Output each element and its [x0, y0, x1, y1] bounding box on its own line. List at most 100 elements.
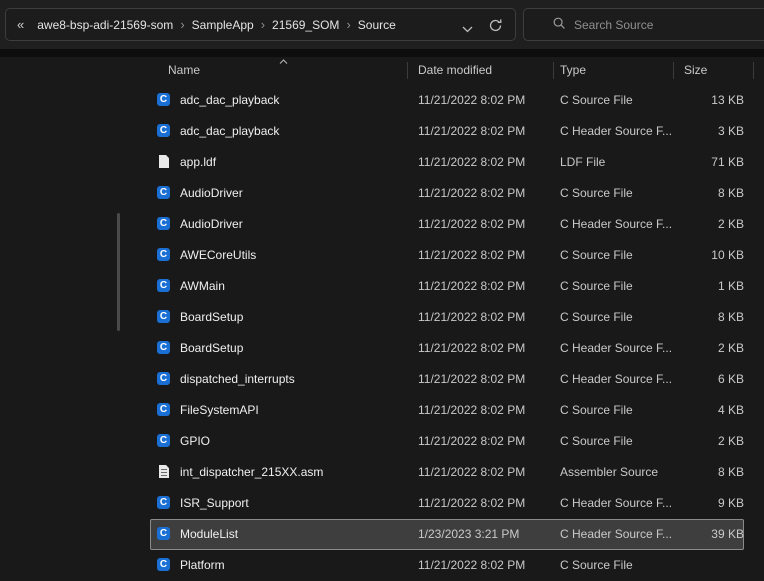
column-header-size[interactable]: Size — [684, 57, 707, 84]
file-name: int_dispatcher_215XX.asm — [180, 457, 410, 488]
breadcrumb-item[interactable]: SampleApp — [187, 18, 259, 32]
breadcrumb-overflow-button[interactable]: « — [6, 17, 32, 32]
c-source-icon — [156, 247, 172, 263]
file-date-modified: 11/21/2022 8:02 PM — [418, 116, 556, 147]
c-source-icon — [156, 92, 172, 108]
c-source-icon — [156, 371, 172, 387]
address-toolbar: « awe8-bsp-adi-21569-som › SampleApp › 215… — [0, 0, 764, 49]
file-date-modified: 11/21/2022 8:02 PM — [418, 426, 556, 457]
file-date-modified: 11/21/2022 8:02 PM — [418, 178, 556, 209]
file-date-modified: 11/21/2022 8:02 PM — [418, 209, 556, 240]
file-row[interactable]: AWMain 11/21/2022 8:02 PM C Source File … — [150, 271, 744, 302]
breadcrumb-item[interactable]: awe8-bsp-adi-21569-som — [32, 18, 178, 32]
search-input[interactable] — [574, 18, 764, 32]
file-size: 4 KB — [644, 395, 744, 426]
file-name: ModuleList — [180, 519, 410, 550]
file-name: AWECoreUtils — [180, 240, 410, 271]
breadcrumb-separator-icon: › — [259, 17, 267, 32]
file-name: FileSystemAPI — [180, 395, 410, 426]
file-date-modified: 11/21/2022 8:02 PM — [418, 240, 556, 271]
file-row[interactable]: AudioDriver 11/21/2022 8:02 PM C Header … — [150, 209, 744, 240]
nav-pane-scrollbar-thumb[interactable] — [117, 213, 120, 331]
breadcrumb-item-label: 21569_SOM — [272, 18, 339, 32]
column-divider[interactable] — [553, 62, 554, 79]
breadcrumb-item[interactable]: Source — [353, 18, 401, 32]
file-date-modified: 1/23/2023 3:21 PM — [418, 519, 556, 550]
file-size: 8 KB — [644, 457, 744, 488]
breadcrumb-separator-icon: › — [344, 17, 352, 32]
file-row[interactable]: adc_dac_playback 11/21/2022 8:02 PM C So… — [150, 85, 744, 116]
file-date-modified: 11/21/2022 8:02 PM — [418, 333, 556, 364]
file-row[interactable]: dispatched_interrupts 11/21/2022 8:02 PM… — [150, 364, 744, 395]
c-source-icon — [156, 278, 172, 294]
document-icon — [156, 154, 172, 170]
c-source-icon — [156, 402, 172, 418]
file-size: 13 KB — [644, 85, 744, 116]
breadcrumb-item-label: Source — [358, 18, 396, 32]
file-name: dispatched_interrupts — [180, 364, 410, 395]
search-box — [523, 8, 764, 41]
file-list: adc_dac_playback 11/21/2022 8:02 PM C So… — [150, 85, 744, 581]
column-divider[interactable] — [673, 62, 674, 79]
file-date-modified: 11/21/2022 8:02 PM — [418, 302, 556, 333]
file-row[interactable]: ModuleList 1/23/2023 3:21 PM C Header So… — [150, 519, 744, 550]
file-row[interactable]: AudioDriver 11/21/2022 8:02 PM C Source … — [150, 178, 744, 209]
file-row[interactable]: BoardSetup 11/21/2022 8:02 PM C Header S… — [150, 333, 744, 364]
refresh-icon[interactable] — [488, 18, 503, 36]
breadcrumb-item[interactable]: 21569_SOM — [267, 18, 344, 32]
file-name: AWMain — [180, 271, 410, 302]
file-size: 6 KB — [644, 364, 744, 395]
assembler-icon — [156, 464, 172, 480]
file-name: AudioDriver — [180, 209, 410, 240]
file-name: GPIO — [180, 426, 410, 457]
file-row[interactable]: FileSystemAPI 11/21/2022 8:02 PM C Sourc… — [150, 395, 744, 426]
file-row[interactable]: adc_dac_playback 11/21/2022 8:02 PM C He… — [150, 116, 744, 147]
column-header-name[interactable]: Name — [168, 57, 200, 84]
file-size: 10 KB — [644, 240, 744, 271]
address-dropdown-chevron-icon[interactable] — [462, 22, 473, 36]
file-size: 1 KB — [644, 271, 744, 302]
file-name: BoardSetup — [180, 302, 410, 333]
file-size: 8 KB — [644, 178, 744, 209]
file-row[interactable]: int_dispatcher_215XX.asm 11/21/2022 8:02… — [150, 457, 744, 488]
sort-ascending-icon — [279, 54, 288, 68]
file-row[interactable]: AWECoreUtils 11/21/2022 8:02 PM C Source… — [150, 240, 744, 271]
breadcrumb: awe8-bsp-adi-21569-som › SampleApp › 21569… — [32, 17, 515, 32]
search-icon — [552, 16, 566, 33]
c-source-icon — [156, 123, 172, 139]
file-name: app.ldf — [180, 147, 410, 178]
file-size: 3 KB — [644, 116, 744, 147]
breadcrumb-item-label: awe8-bsp-adi-21569-som — [37, 18, 173, 32]
file-name: adc_dac_playback — [180, 116, 410, 147]
file-row[interactable]: ISR_Support 11/21/2022 8:02 PM C Header … — [150, 488, 744, 519]
file-row[interactable]: BoardSetup 11/21/2022 8:02 PM C Source F… — [150, 302, 744, 333]
file-date-modified: 11/21/2022 8:02 PM — [418, 85, 556, 116]
column-headers: Name Date modified Type Size — [0, 57, 764, 84]
column-header-date-modified[interactable]: Date modified — [418, 57, 492, 84]
file-date-modified: 11/21/2022 8:02 PM — [418, 395, 556, 426]
c-source-icon — [156, 433, 172, 449]
file-name: ISR_Support — [180, 488, 410, 519]
address-bar[interactable]: « awe8-bsp-adi-21569-som › SampleApp › 215… — [5, 8, 516, 41]
column-divider[interactable] — [407, 62, 408, 79]
c-source-icon — [156, 340, 172, 356]
breadcrumb-item-label: SampleApp — [192, 18, 254, 32]
file-size: 39 KB — [644, 519, 744, 550]
file-size: 8 KB — [644, 302, 744, 333]
breadcrumb-separator-icon: › — [178, 17, 186, 32]
file-date-modified: 11/21/2022 8:02 PM — [418, 488, 556, 519]
file-name: adc_dac_playback — [180, 85, 410, 116]
file-row[interactable]: GPIO 11/21/2022 8:02 PM C Source File 2 … — [150, 426, 744, 457]
c-source-icon — [156, 495, 172, 511]
file-date-modified: 11/21/2022 8:02 PM — [418, 147, 556, 178]
c-source-icon — [156, 185, 172, 201]
c-source-icon — [156, 309, 172, 325]
file-date-modified: 11/21/2022 8:02 PM — [418, 364, 556, 395]
file-size: 2 KB — [644, 426, 744, 457]
column-header-type[interactable]: Type — [560, 57, 586, 84]
file-size: 2 KB — [644, 333, 744, 364]
column-divider[interactable] — [753, 62, 754, 79]
c-source-icon — [156, 526, 172, 542]
file-row[interactable]: app.ldf 11/21/2022 8:02 PM LDF File 71 K… — [150, 147, 744, 178]
file-size: 71 KB — [644, 147, 744, 178]
